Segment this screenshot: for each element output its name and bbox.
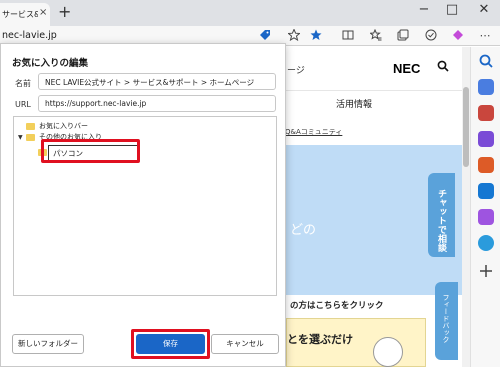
search-icon[interactable] — [478, 53, 494, 69]
tools-icon[interactable] — [478, 105, 494, 121]
chat-tab-label: チャットで相談 — [436, 189, 446, 252]
promo-card[interactable]: とを選ぶだけ — [286, 318, 426, 367]
page-scrollbar[interactable] — [462, 47, 470, 367]
maximize-button[interactable]: □ — [442, 2, 462, 17]
favorites-icon[interactable] — [369, 28, 383, 43]
character-icon — [373, 337, 403, 367]
url-field[interactable]: https://support.nec-lavie.jp — [38, 95, 276, 112]
feedback-tab-label: フィードバック — [442, 294, 450, 343]
save-highlight-box — [131, 329, 210, 359]
folder-icon — [26, 133, 35, 141]
edit-favorite-dialog: お気に入りの編集 名前 NEC LAVIE公式サイト > サービス&サポート >… — [0, 43, 286, 367]
shopping-icon[interactable] — [478, 79, 494, 95]
close-window-button[interactable]: ✕ — [474, 2, 494, 17]
tree-item-label: お気に入りバー — [39, 122, 88, 130]
new-folder-button[interactable]: 新しいフォルダー — [12, 334, 84, 354]
favorite-star-icon[interactable] — [287, 28, 301, 43]
name-field[interactable]: NEC LAVIE公式サイト > サービス&サポート > ホームページ — [38, 73, 276, 90]
promo-card-text: とを選ぶだけ — [287, 333, 353, 346]
nec-logo[interactable]: NEC — [393, 61, 420, 76]
more-icon[interactable]: ⋯ — [478, 29, 492, 43]
dialog-title: お気に入りの編集 — [12, 58, 89, 69]
qa-community-link[interactable]: Q&Aコミュニティ — [285, 127, 342, 137]
header-fragment: ージ — [287, 66, 305, 76]
telegram-icon[interactable] — [478, 235, 494, 251]
cancel-button[interactable]: キャンセル — [211, 334, 279, 354]
add-icon[interactable] — [478, 263, 494, 279]
tab-close-icon[interactable]: × — [39, 7, 47, 18]
minimize-button[interactable]: − — [414, 2, 434, 17]
nav-info-link[interactable]: 活用情報 — [336, 97, 372, 110]
office-icon[interactable] — [478, 157, 494, 173]
click-here-banner[interactable]: の方はこちらをクリック — [290, 299, 384, 311]
favorites-filled-star-icon[interactable] — [309, 29, 323, 43]
page-scrollbar-thumb[interactable] — [463, 87, 469, 167]
edge-sidebar — [470, 47, 500, 367]
copilot-icon[interactable] — [478, 209, 494, 225]
ai-assistant-icon[interactable] — [451, 29, 465, 43]
hero-text: どの — [290, 223, 317, 238]
extensions-icon[interactable] — [424, 29, 438, 43]
rename-highlight-box — [41, 139, 140, 163]
url-label: URL — [15, 100, 31, 109]
browser-tab[interactable]: サービス&サ × — [0, 3, 50, 26]
outlook-icon[interactable] — [478, 183, 494, 199]
chat-consult-tab[interactable]: チャットで相談 — [428, 173, 455, 257]
feedback-tab[interactable]: フィードバック — [435, 282, 458, 360]
split-screen-icon[interactable] — [341, 29, 355, 43]
tab-title: サービス&サ — [2, 10, 38, 19]
collapse-caret-icon[interactable]: ▼ — [18, 134, 23, 141]
new-tab-button[interactable]: + — [58, 2, 71, 21]
address-text[interactable]: nec-lavie.jp — [2, 30, 57, 41]
games-icon[interactable] — [478, 131, 494, 147]
tab-strip: サービス&サ × + − □ ✕ — [0, 0, 500, 26]
folder-icon — [26, 122, 35, 130]
tag-icon[interactable] — [258, 29, 272, 43]
site-search-icon[interactable] — [437, 60, 451, 74]
name-label: 名前 — [15, 79, 31, 88]
tree-item-favorites-bar[interactable]: お気に入りバー — [26, 121, 88, 131]
collections-icon[interactable] — [396, 29, 410, 43]
